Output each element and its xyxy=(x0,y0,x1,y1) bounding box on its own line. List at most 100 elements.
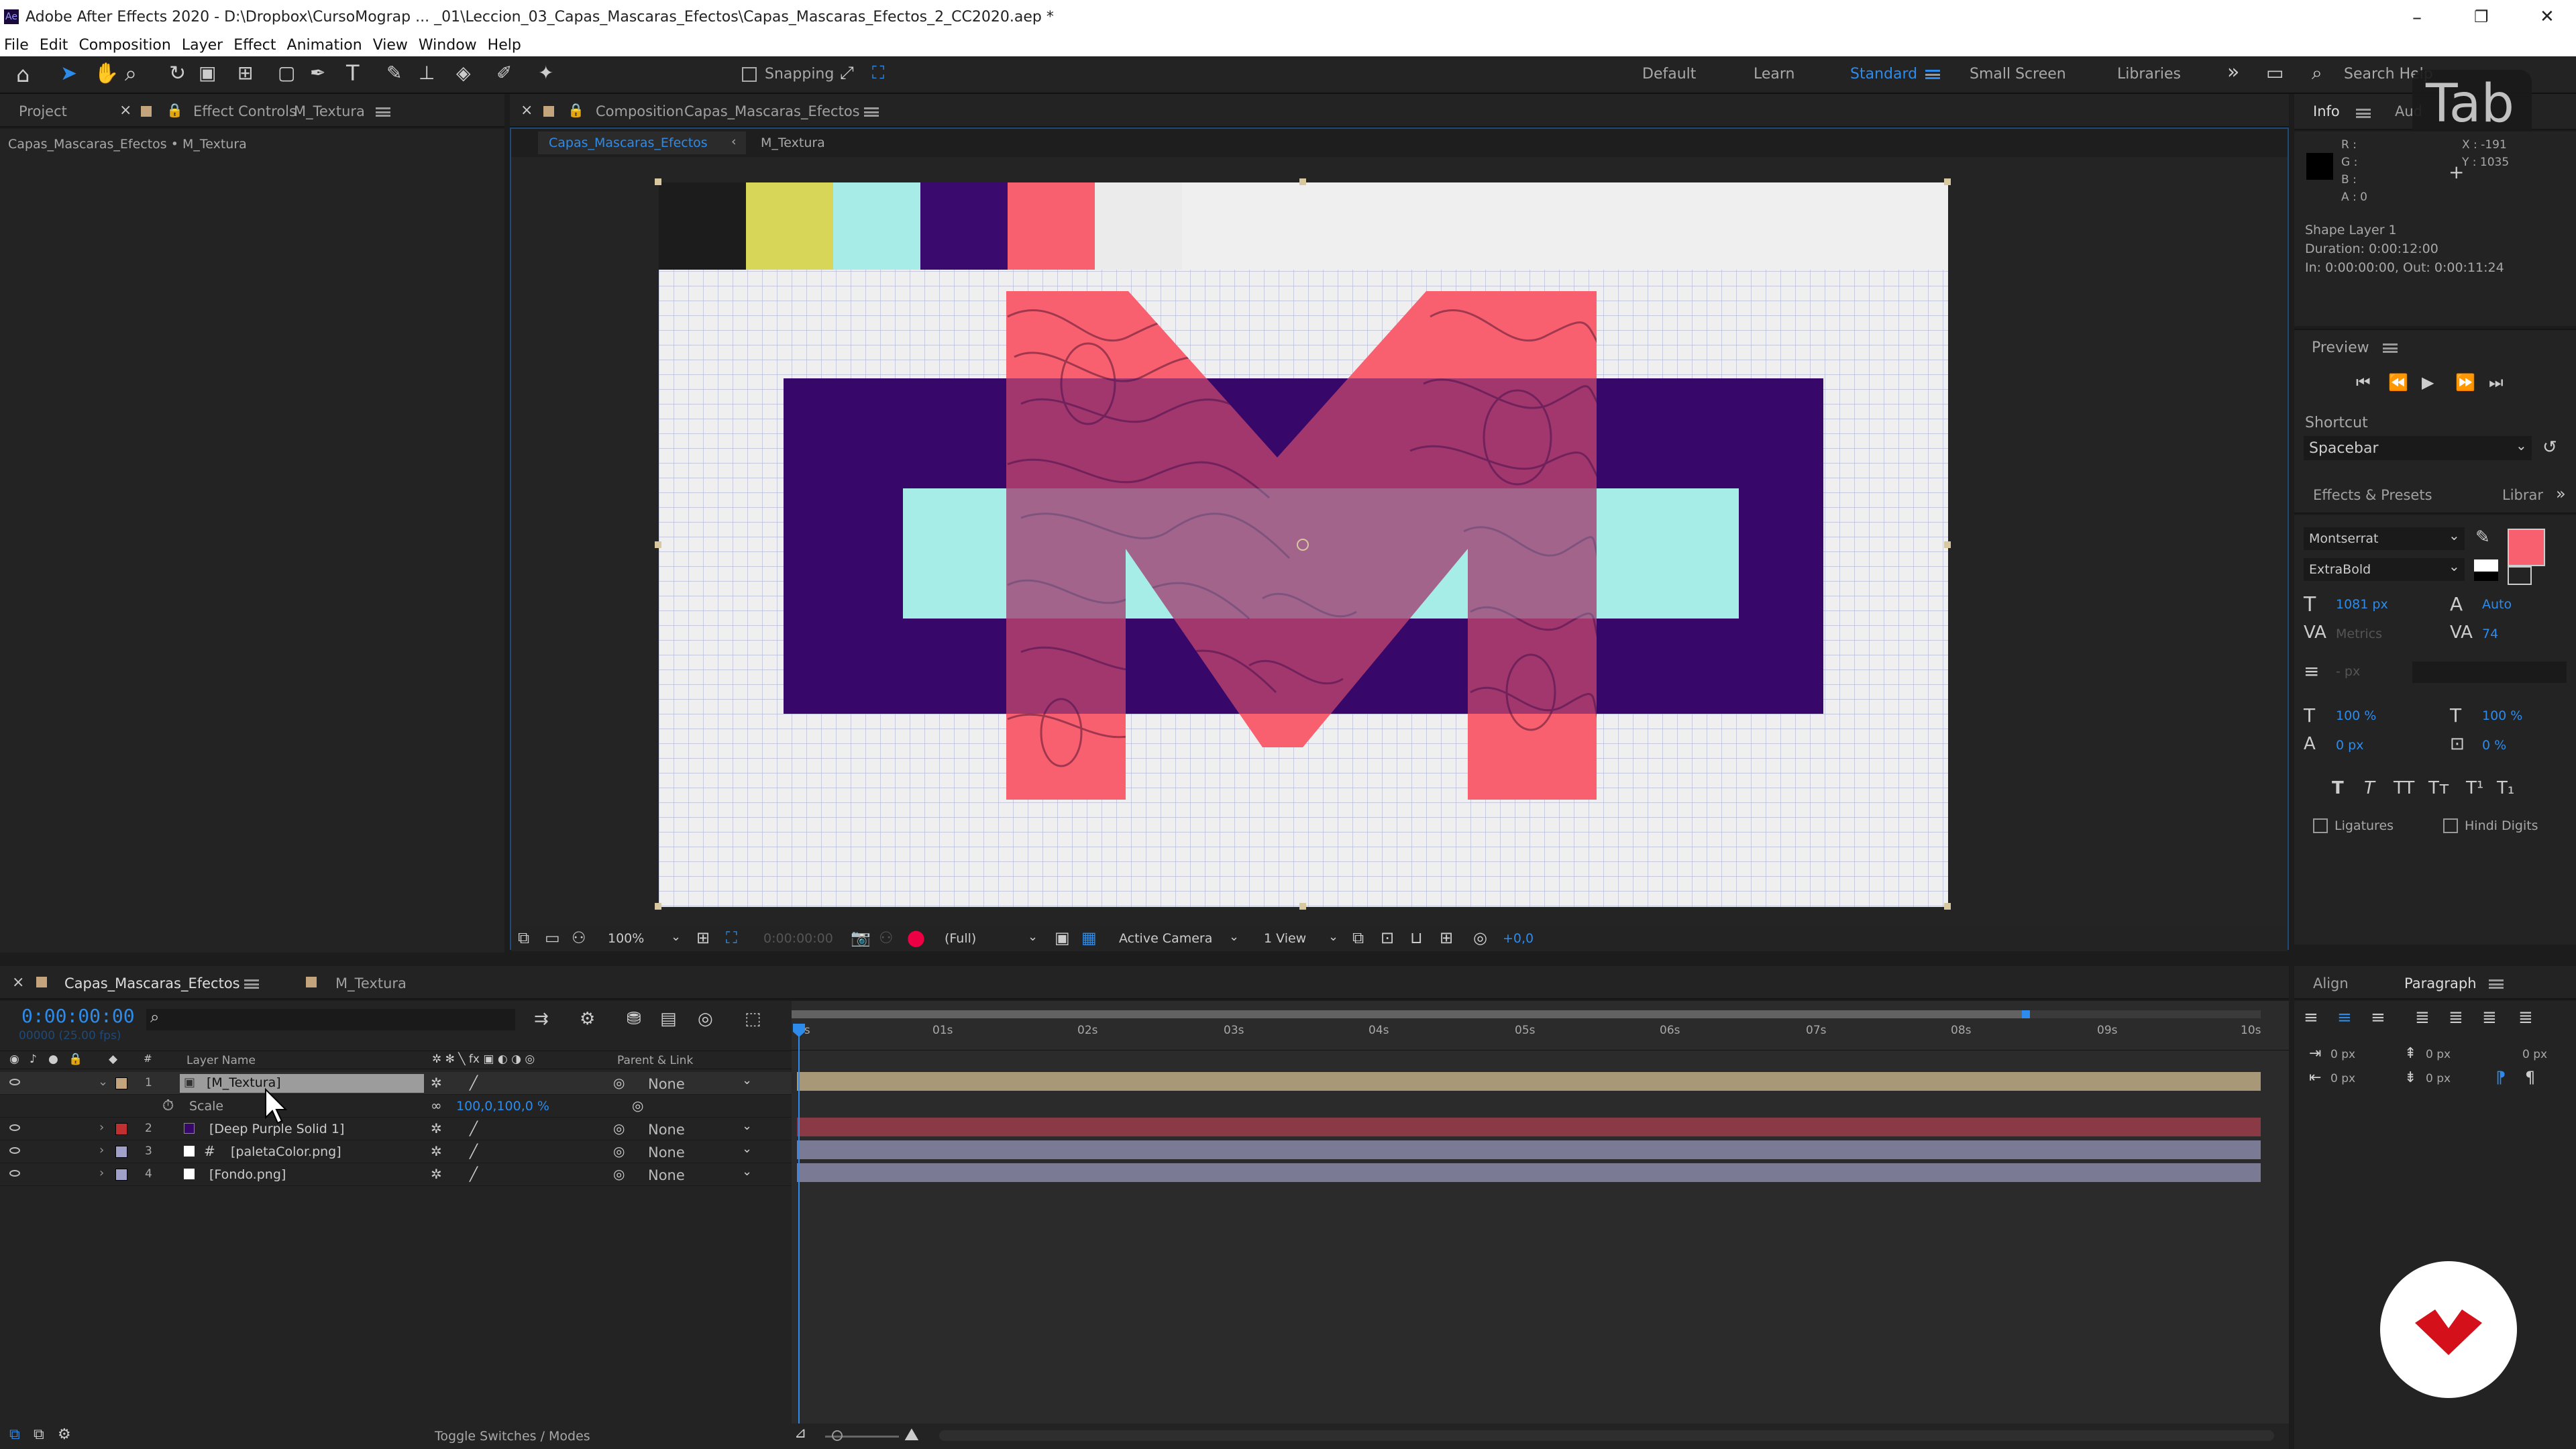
fast-preview-icon[interactable]: ▣ xyxy=(1055,928,1070,947)
preview-menu-icon[interactable] xyxy=(2383,343,2398,353)
baseline-shift-value[interactable]: 0 px xyxy=(2336,738,2363,753)
tab-paragraph[interactable]: Paragraph xyxy=(2404,975,2477,991)
indent-right-value[interactable]: 0 px xyxy=(2522,1048,2547,1061)
brush-tool-icon[interactable]: ✎ xyxy=(386,62,402,84)
minimize-icon[interactable]: – xyxy=(2412,6,2422,28)
switch-quality-icon[interactable]: ╱ xyxy=(470,1143,478,1159)
menu-view[interactable]: View xyxy=(373,37,408,54)
constrain-proportions-icon[interactable]: ∞ xyxy=(431,1097,442,1114)
shy-layers-icon[interactable]: ⛃ xyxy=(627,1009,641,1029)
subscript-icon[interactable]: T₁ xyxy=(2497,778,2514,798)
workspace-libraries[interactable]: Libraries xyxy=(2117,66,2181,83)
3d-renderer-icon[interactable]: ⊞ xyxy=(1440,928,1453,947)
toggle-pixel-icon[interactable]: ⧉ xyxy=(1352,928,1364,947)
chevron-right-icon[interactable]: › xyxy=(99,1166,104,1180)
panel-menu-icon[interactable] xyxy=(376,107,390,117)
align-left-icon[interactable]: ≡ xyxy=(2304,1008,2318,1028)
layer-row[interactable]: ⌄ 1 ▣ [M_Textura] ✲ ╱ ◎ None ⌄ xyxy=(0,1072,792,1095)
close-tab-icon[interactable]: × xyxy=(12,974,24,991)
workspace-standard[interactable]: Standard xyxy=(1850,66,1917,83)
show-snapshot-icon[interactable]: ⚇ xyxy=(879,928,894,947)
maximize-icon[interactable]: ❐ xyxy=(2474,7,2489,26)
tab-composition[interactable]: Composition xyxy=(596,103,684,119)
stopwatch-icon[interactable]: ⏱ xyxy=(162,1097,174,1114)
tab-effect-controls[interactable]: Effect Controls xyxy=(193,103,297,119)
faux-italic-icon[interactable]: T xyxy=(2364,778,2375,798)
layer-bar-4[interactable] xyxy=(797,1163,2261,1182)
switch-quality-icon[interactable]: ╱ xyxy=(470,1075,478,1091)
puppet-tool-icon[interactable]: ✦ xyxy=(538,62,553,84)
exposure-icon[interactable]: ◎ xyxy=(1473,928,1487,947)
space-before-value[interactable]: 0 px xyxy=(2426,1048,2451,1061)
camera-select[interactable]: Active Camera xyxy=(1119,931,1212,946)
camera-tool-icon[interactable]: ▣ xyxy=(199,62,216,84)
switch-quality-icon[interactable]: ╱ xyxy=(470,1166,478,1182)
parent-pickwhip-icon[interactable]: ◎ xyxy=(613,1143,625,1159)
parent-select[interactable]: None xyxy=(648,1167,685,1183)
rotate-tool-icon[interactable]: ↻ xyxy=(169,62,186,85)
hindi-digits-checkbox[interactable] xyxy=(2443,818,2458,833)
always-preview-icon[interactable]: ⧉ xyxy=(518,928,529,947)
switch-quality-icon[interactable]: ╱ xyxy=(470,1120,478,1136)
composition-canvas[interactable] xyxy=(659,182,1948,907)
font-size-value[interactable]: 1081 px xyxy=(2336,597,2388,612)
last-frame-icon[interactable]: ⏭ xyxy=(2489,373,2504,392)
tab-align[interactable]: Align xyxy=(2313,975,2349,991)
expand-modes-icon[interactable]: ⚙ xyxy=(58,1426,71,1443)
stroke-color-swatch[interactable] xyxy=(2474,559,2498,581)
eye-icon[interactable] xyxy=(9,1124,20,1131)
playhead[interactable] xyxy=(798,1024,800,1424)
motion-blur-icon[interactable]: ◎ xyxy=(698,1009,713,1029)
tab-timeline-comp[interactable]: Capas_Mascaras_Efectos xyxy=(64,975,240,991)
timeline-scrollbar[interactable] xyxy=(939,1430,2274,1441)
parent-select[interactable]: None xyxy=(648,1076,685,1092)
transparency-grid-icon[interactable]: ▦ xyxy=(1081,928,1097,947)
zoom-in-icon[interactable]: ⛰ xyxy=(904,1425,919,1446)
more-panels-icon[interactable]: » xyxy=(2556,484,2566,503)
chevron-right-icon[interactable]: › xyxy=(99,1143,104,1157)
parent-pickwhip-icon[interactable]: ◎ xyxy=(613,1166,625,1182)
tab-project[interactable]: Project xyxy=(19,103,67,119)
menu-file[interactable]: File xyxy=(4,37,29,54)
layer-bar-1[interactable] xyxy=(797,1072,2261,1091)
align-center-icon[interactable]: ≡ xyxy=(2337,1008,2352,1028)
pen-tool-icon[interactable]: ✒ xyxy=(310,62,325,84)
color-channels-icon[interactable]: ⬤ xyxy=(907,928,925,947)
all-caps-icon[interactable]: TT xyxy=(2394,778,2414,798)
play-icon[interactable]: ▶ xyxy=(2422,373,2434,392)
zoom-select[interactable]: 100% xyxy=(608,931,644,946)
menu-edit[interactable]: Edit xyxy=(40,37,68,54)
graph-editor-icon[interactable]: ⬚ xyxy=(745,1009,761,1029)
justify-center-icon[interactable]: ≣ xyxy=(2449,1008,2463,1028)
flowchart-icon[interactable]: ⊔ xyxy=(1410,928,1423,947)
fill-color-swatch[interactable] xyxy=(2508,529,2545,566)
chevron-down-icon[interactable]: ⌄ xyxy=(98,1075,108,1089)
roto-brush-tool-icon[interactable]: ✐ xyxy=(496,62,512,84)
menu-window[interactable]: Window xyxy=(419,37,477,54)
layer-color-label[interactable] xyxy=(115,1077,127,1089)
justify-all-icon[interactable]: ≣ xyxy=(2518,1008,2533,1028)
zoom-out-icon[interactable]: ⊿ xyxy=(794,1425,806,1442)
paragraph-menu-icon[interactable] xyxy=(2489,979,2504,989)
leading-value[interactable]: Auto xyxy=(2482,597,2512,612)
prev-frame-icon[interactable]: ⏪ xyxy=(2388,373,2408,392)
workspace-default[interactable]: Default xyxy=(1642,66,1696,83)
tracking-value[interactable]: 74 xyxy=(2482,627,2498,641)
kerning-value[interactable]: Metrics xyxy=(2336,627,2382,641)
tsume-value[interactable]: 0 % xyxy=(2482,738,2506,753)
mask-visibility-icon[interactable]: ⚇ xyxy=(572,928,586,947)
stroke-width-value[interactable]: - px xyxy=(2336,664,2360,679)
render-time-icon[interactable]: ⧉ xyxy=(9,1426,20,1443)
work-area-bar[interactable] xyxy=(792,1010,2261,1018)
eye-icon[interactable] xyxy=(9,1170,20,1177)
timeline-menu-icon[interactable] xyxy=(244,979,259,989)
first-frame-icon[interactable]: ⏮ xyxy=(2356,373,2371,392)
menu-composition[interactable]: Composition xyxy=(78,37,170,54)
toggle-switches-modes[interactable]: Toggle Switches / Modes xyxy=(435,1429,590,1444)
snap-grid-icon[interactable]: ⛶ xyxy=(872,63,884,84)
switch-shy-icon[interactable]: ✲ xyxy=(431,1075,442,1091)
lock-icon[interactable]: 🔒 xyxy=(568,102,584,118)
viewer-menu-icon[interactable] xyxy=(864,107,879,117)
monitor-icon[interactable]: ▭ xyxy=(545,928,560,947)
align-right-icon[interactable]: ≡ xyxy=(2371,1008,2385,1028)
